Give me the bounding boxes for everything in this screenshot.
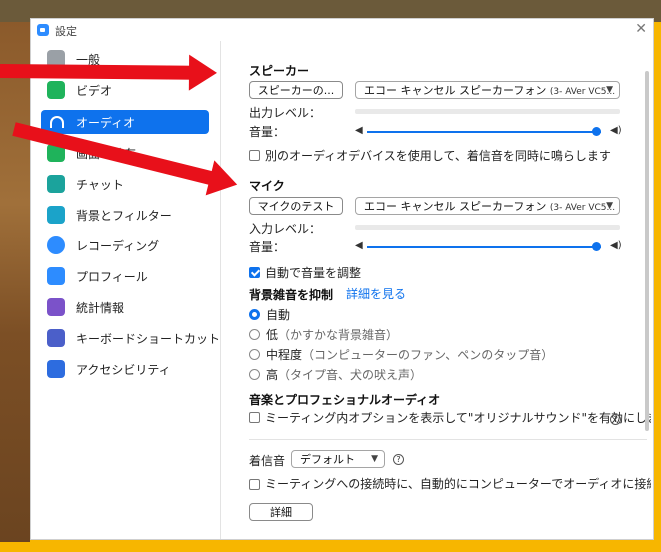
mic-test-button[interactable]: マイクのテスト <box>249 197 343 215</box>
noise-option-label: 高（タイプ音、犬の吠え声） <box>266 366 422 383</box>
sidebar-item-label: アクセシビリティ <box>76 362 171 377</box>
noise-option-name: 低 <box>266 328 279 342</box>
sidebar-item-video[interactable]: ビデオ <box>41 78 209 102</box>
ringtone-select[interactable]: デフォルト ▼ <box>291 450 385 468</box>
speaker-test-button[interactable]: スピーカーの... <box>249 81 343 99</box>
noise-option-name: 高 <box>266 368 279 382</box>
background-photo <box>0 22 30 542</box>
sidebar-item-stats[interactable]: 統計情報 <box>41 295 209 319</box>
speaker-volume-thumb[interactable] <box>592 127 602 136</box>
sidebar-item-recording[interactable]: レコーディング <box>41 233 209 257</box>
auto-adjust-volume-checkbox[interactable] <box>249 267 260 278</box>
profile-icon <box>47 267 65 285</box>
noise-option-name: 中程度 <box>266 348 303 362</box>
noise-option-hint: （タイプ音、犬の吠え声） <box>278 368 423 382</box>
sidebar-item-accessibility[interactable]: アクセシビリティ <box>41 357 209 381</box>
ringtone-label: 着信音 <box>249 454 286 468</box>
settings-sidebar: 一般 ビデオ オーディオ 画面の共有 チャット 背景とフィルター レコーディング <box>31 41 221 539</box>
sidebar-item-label: プロフィール <box>76 269 148 284</box>
noise-high-radio[interactable] <box>249 369 260 380</box>
accessibility-icon <box>47 360 65 378</box>
noise-option-label: 低（かすかな背景雑音） <box>266 326 398 343</box>
mic-volume-label: 音量： <box>249 240 286 254</box>
auto-adjust-volume-label: 自動で音量を調整 <box>265 266 362 280</box>
window-title: 設定 <box>55 25 77 38</box>
volume-high-icon: ◀) <box>610 240 622 251</box>
help-icon[interactable]: ? <box>610 414 621 425</box>
mic-device-name: エコー キャンセル スピーカーフォン <box>364 200 547 213</box>
zoom-app-icon <box>37 24 49 36</box>
settings-window: 設定 ✕ 一般 ビデオ オーディオ 画面の共有 チャット 背景とフィルター <box>30 18 654 540</box>
noise-suppression-title: 背景雑音を抑制 <box>249 288 334 302</box>
sidebar-item-audio[interactable]: オーディオ <box>41 110 209 134</box>
arrow-head <box>188 54 218 91</box>
mic-device-select[interactable]: エコー キャンセル スピーカーフォン (3- AVer VC5... ▼ <box>355 197 620 215</box>
sidebar-item-label: 統計情報 <box>76 300 125 315</box>
speaker-device-select[interactable]: エコー キャンセル スピーカーフォン (3- AVer VC5... ▼ <box>355 81 620 99</box>
background-icon <box>47 206 65 224</box>
speaker-volume-slider[interactable] <box>367 131 601 133</box>
auto-join-audio-label: ミーティングへの接続時に、自動的にコンピューターでオーディオに接続 <box>265 477 651 491</box>
simultaneous-ring-checkbox[interactable] <box>249 150 260 161</box>
scrollbar[interactable] <box>645 71 649 431</box>
chevron-down-icon: ▼ <box>606 85 613 95</box>
speaker-device-name: エコー キャンセル スピーカーフォン <box>364 84 547 97</box>
noise-option-hint: （かすかな背景雑音） <box>278 328 399 342</box>
sidebar-item-label: ビデオ <box>76 83 113 98</box>
chevron-down-icon: ▼ <box>606 201 613 211</box>
noise-option-label: 中程度（コンピューターのファン、ペンのタップ音） <box>266 346 553 363</box>
close-icon[interactable]: ✕ <box>635 21 647 37</box>
input-level-label: 入力レベル： <box>249 222 322 236</box>
keyboard-icon <box>47 329 65 347</box>
sidebar-item-background[interactable]: 背景とフィルター <box>41 203 209 227</box>
help-icon[interactable]: ? <box>393 454 404 465</box>
chevron-down-icon: ▼ <box>371 454 378 464</box>
auto-join-audio-checkbox[interactable] <box>249 479 260 490</box>
speaker-title: スピーカー <box>249 64 310 78</box>
output-level-label: 出力レベル： <box>249 106 322 120</box>
sidebar-item-label: チャット <box>76 177 124 192</box>
volume-low-icon: ◀ <box>355 125 363 136</box>
mic-volume-slider[interactable] <box>367 246 601 248</box>
noise-medium-radio[interactable] <box>249 349 260 360</box>
title-bar: 設定 ✕ <box>31 19 653 41</box>
simultaneous-ring-label: 別のオーディオデバイスを使用して、着信音を同時に鳴らします <box>265 149 611 163</box>
volume-low-icon: ◀ <box>355 240 363 251</box>
sidebar-item-label: キーボードショートカット <box>76 331 221 346</box>
noise-auto-radio[interactable] <box>249 309 260 320</box>
noise-learn-more-link[interactable]: 詳細を見る <box>346 285 406 302</box>
output-level-meter <box>355 109 620 114</box>
noise-option-label: 自動 <box>266 308 291 322</box>
video-icon <box>47 81 65 99</box>
mic-title: マイク <box>249 179 285 193</box>
headphones-icon <box>47 113 65 131</box>
original-sound-checkbox[interactable] <box>249 412 260 423</box>
noise-low-radio[interactable] <box>249 329 260 340</box>
noise-option-hint: （コンピューターのファン、ペンのタップ音） <box>302 348 554 362</box>
sidebar-item-keyboard-shortcuts[interactable]: キーボードショートカット <box>41 326 220 350</box>
record-icon <box>47 236 65 254</box>
advanced-button[interactable]: 詳細 <box>249 503 313 521</box>
mic-volume-thumb[interactable] <box>592 242 602 251</box>
annotation-arrow-speaker <box>0 54 218 91</box>
sidebar-item-profile[interactable]: プロフィール <box>41 264 209 288</box>
sidebar-item-label: レコーディング <box>76 238 160 253</box>
original-sound-label: ミーティング内オプションを表示して"オリジナルサウンド"を有効にします <box>265 411 651 425</box>
sidebar-item-label: 背景とフィルター <box>76 208 172 223</box>
section-divider <box>249 439 647 440</box>
stats-icon <box>47 298 65 316</box>
speaker-volume-label: 音量： <box>249 125 286 139</box>
audio-settings-panel: スピーカー スピーカーの... エコー キャンセル スピーカーフォン (3- A… <box>221 41 651 539</box>
volume-high-icon: ◀) <box>610 125 622 136</box>
sidebar-item-label: オーディオ <box>76 115 136 130</box>
music-audio-title: 音楽とプロフェショナルオーディオ <box>249 393 441 407</box>
input-level-meter <box>355 225 620 230</box>
chat-icon <box>47 175 65 193</box>
ringtone-value: デフォルト <box>300 453 355 466</box>
